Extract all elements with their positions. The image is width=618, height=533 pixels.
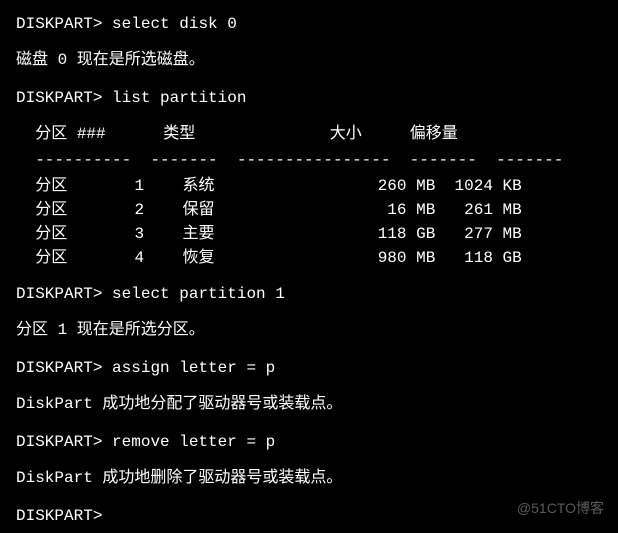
response-4: DiskPart 成功地分配了驱动器号或装载点。 [16, 392, 602, 416]
table-row: 分区 3 主要 118 GB 277 MB [16, 222, 602, 246]
col-type: 类型 [163, 125, 195, 143]
table-row: 分区 2 保留 16 MB 261 MB [16, 198, 602, 222]
prompt: DISKPART> [16, 507, 102, 525]
blank [16, 454, 602, 466]
partition-table-divider: ---------- ------- ---------------- ----… [16, 148, 602, 172]
prompt: DISKPART> [16, 285, 102, 303]
blank [16, 110, 602, 122]
blank [16, 306, 602, 318]
response-5: DiskPart 成功地删除了驱动器号或装载点。 [16, 466, 602, 490]
cmd-line-1: DISKPART> select disk 0 [16, 12, 602, 36]
command-text: select disk 0 [112, 15, 237, 33]
blank [16, 344, 602, 356]
blank [16, 380, 602, 392]
prompt: DISKPART> [16, 359, 102, 377]
blank [16, 36, 602, 48]
response-3: 分区 1 现在是所选分区。 [16, 318, 602, 342]
cmd-line-5: DISKPART> remove letter = p [16, 430, 602, 454]
col-offset: 偏移量 [410, 125, 458, 143]
command-text: list partition [112, 89, 246, 107]
table-row: 分区 4 恢复 980 MB 118 GB [16, 246, 602, 270]
watermark: @51CTO博客 [517, 498, 604, 519]
blank [16, 74, 602, 86]
command-text: assign letter = p [112, 359, 275, 377]
col-hash: ### [77, 125, 106, 143]
cmd-line-4: DISKPART> assign letter = p [16, 356, 602, 380]
blank [16, 418, 602, 430]
table-row: 分区 1 系统 260 MB 1024 KB [16, 174, 602, 198]
blank [16, 492, 602, 504]
col-size: 大小 [330, 125, 362, 143]
cmd-line-3: DISKPART> select partition 1 [16, 282, 602, 306]
blank [16, 270, 602, 282]
prompt: DISKPART> [16, 15, 102, 33]
col-partition: 分区 [35, 125, 67, 143]
cmd-line-2: DISKPART> list partition [16, 86, 602, 110]
prompt: DISKPART> [16, 89, 102, 107]
prompt: DISKPART> [16, 433, 102, 451]
partition-table-header: 分区 ### 类型 大小 偏移量 [16, 122, 602, 146]
cmd-line-active[interactable]: DISKPART> [16, 504, 602, 528]
command-text: remove letter = p [112, 433, 275, 451]
response-1: 磁盘 0 现在是所选磁盘。 [16, 48, 602, 72]
command-text: select partition 1 [112, 285, 285, 303]
